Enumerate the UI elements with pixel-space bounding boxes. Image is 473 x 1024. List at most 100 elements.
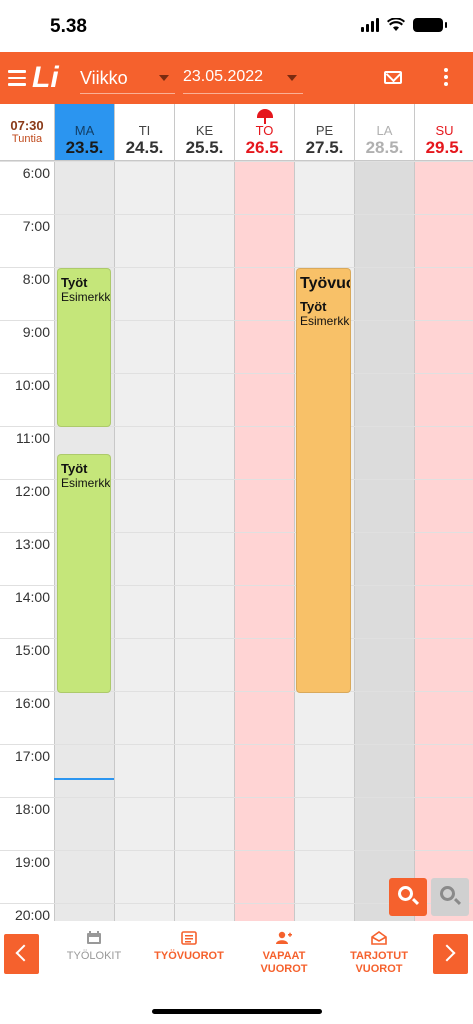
app-toolbar: Li Viikko 23.05.2022 xyxy=(0,52,473,104)
day-header-ma[interactable]: MA 23.5. xyxy=(54,104,114,160)
day-date: 24.5. xyxy=(125,138,164,157)
tab-label: TYÖLOKIT xyxy=(66,950,122,962)
day-date: 28.5. xyxy=(365,138,404,157)
hour-label: 7:00 xyxy=(22,218,50,234)
tab-label: TARJOTUT VUOROT xyxy=(350,950,408,975)
hours-label: Tuntia xyxy=(11,133,43,145)
day-name: MA xyxy=(74,123,95,138)
next-week-button[interactable] xyxy=(433,934,468,974)
day-name: KE xyxy=(195,123,214,138)
chevron-down-icon xyxy=(159,75,169,81)
hour-label: 20:00 xyxy=(14,907,50,921)
add-person-icon xyxy=(276,931,292,944)
app-logo: Li xyxy=(32,61,59,94)
view-select[interactable]: Viikko xyxy=(80,68,175,94)
week-grid[interactable]: 6:00 7:00 8:00 9:00 10:00 11:00 12:00 13… xyxy=(0,161,473,921)
zoom-in-icon xyxy=(440,886,455,901)
status-icons xyxy=(361,18,447,32)
tab-label: TYÖVUOROT xyxy=(154,950,224,962)
hour-label: 16:00 xyxy=(14,695,50,711)
day-header-la[interactable]: LA 28.5. xyxy=(354,104,414,160)
current-time-indicator xyxy=(54,778,114,780)
day-header-su[interactable]: SU 29.5. xyxy=(414,104,473,160)
day-name: LA xyxy=(376,123,393,138)
event-title: Työt xyxy=(61,275,88,290)
prev-week-button[interactable] xyxy=(4,934,39,974)
wifi-icon xyxy=(387,18,405,31)
chevron-left-icon xyxy=(15,944,33,962)
bottom-nav: TYÖLOKIT TYÖVUOROT VAPAAT VUOROT TARJOTU… xyxy=(0,921,473,986)
menu-icon[interactable] xyxy=(8,70,26,86)
tab-vapaat-vuorot[interactable]: VAPAAT VUOROT xyxy=(242,931,326,976)
view-select-value: Viikko xyxy=(80,68,128,88)
hour-line xyxy=(0,744,473,745)
open-mail-icon xyxy=(371,931,387,945)
day-column-ke[interactable] xyxy=(174,161,234,921)
list-icon xyxy=(181,931,197,945)
hours-summary: 07:30 Tuntia xyxy=(0,104,54,161)
holiday-umbrella-icon xyxy=(257,109,273,124)
day-date: 27.5. xyxy=(305,138,344,157)
day-column-la[interactable] xyxy=(354,161,414,921)
hour-label: 17:00 xyxy=(14,748,50,764)
day-name: PE xyxy=(315,123,334,138)
hour-label: 12:00 xyxy=(14,483,50,499)
event-title: Työvuoro xyxy=(300,275,350,292)
day-column-to[interactable] xyxy=(234,161,294,921)
shift-event-ma-2[interactable]: Työt Esimerkki xyxy=(57,454,111,693)
hours-value: 07:30 xyxy=(10,118,44,133)
day-date: 25.5. xyxy=(185,138,224,157)
hour-line xyxy=(0,214,473,215)
day-header-ti[interactable]: TI 24.5. xyxy=(114,104,174,160)
day-date: 26.5. xyxy=(245,138,284,157)
day-column-su[interactable] xyxy=(414,161,473,921)
hour-label: 8:00 xyxy=(22,271,50,287)
shift-event-ma-1[interactable]: Työt Esimerkki xyxy=(57,268,111,427)
day-column-ti[interactable] xyxy=(114,161,174,921)
status-bar: 5.38 xyxy=(0,0,473,52)
hour-label: 14:00 xyxy=(14,589,50,605)
shift-event-pe[interactable]: Työvuoro Työt Esimerkki xyxy=(296,268,351,693)
hour-label: 15:00 xyxy=(14,642,50,658)
week-header: 07:30 Tuntia MA 23.5. TI 24.5. KE 25.5. … xyxy=(0,104,473,161)
day-header-pe[interactable]: PE 27.5. xyxy=(294,104,354,160)
event-line2: Työt xyxy=(300,299,327,314)
day-header-ke[interactable]: KE 25.5. xyxy=(174,104,234,160)
zoom-in-button[interactable] xyxy=(431,878,469,916)
zoom-out-button[interactable] xyxy=(389,878,427,916)
hour-line xyxy=(0,161,473,162)
day-date: 23.5. xyxy=(65,138,104,157)
tab-tarjotut-vuorot[interactable]: TARJOTUT VUOROT xyxy=(337,931,421,976)
more-options-icon[interactable] xyxy=(442,68,450,88)
zoom-out-icon xyxy=(398,886,413,901)
day-name: SU xyxy=(435,123,454,138)
mail-icon[interactable] xyxy=(384,71,402,84)
hour-line xyxy=(0,850,473,851)
event-subtitle: Esimerkki xyxy=(300,314,351,328)
date-select-value: 23.05.2022 xyxy=(183,68,264,85)
date-select[interactable]: 23.05.2022 xyxy=(183,68,303,94)
hour-label: 10:00 xyxy=(14,377,50,393)
chevron-right-icon xyxy=(438,944,456,962)
home-indicator xyxy=(152,1009,322,1014)
hour-label: 13:00 xyxy=(14,536,50,552)
tab-tyovuorot[interactable]: TYÖVUOROT xyxy=(147,931,231,963)
day-name: TI xyxy=(138,123,151,138)
day-header-to[interactable]: TO 26.5. xyxy=(234,104,294,160)
hour-label: 18:00 xyxy=(14,801,50,817)
event-subtitle: Esimerkki xyxy=(61,290,111,304)
hour-label: 11:00 xyxy=(16,430,50,446)
chevron-down-icon xyxy=(287,75,297,81)
calendar-icon xyxy=(87,931,101,944)
signal-icon xyxy=(361,18,379,32)
battery-icon xyxy=(413,18,447,32)
hour-line xyxy=(0,797,473,798)
hour-label: 19:00 xyxy=(14,854,50,870)
day-date: 29.5. xyxy=(425,138,464,157)
day-name: TO xyxy=(255,123,274,138)
tab-tyolokit[interactable]: TYÖLOKIT xyxy=(52,931,136,963)
event-title: Työt xyxy=(61,461,88,476)
tab-label: VAPAAT VUOROT xyxy=(260,950,308,975)
event-subtitle: Esimerkki xyxy=(61,476,111,490)
hour-label: 6:00 xyxy=(22,165,50,181)
